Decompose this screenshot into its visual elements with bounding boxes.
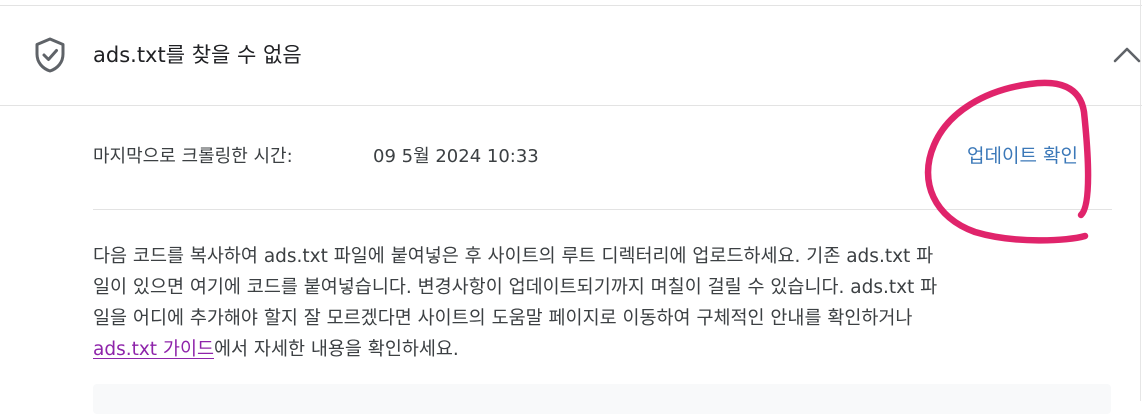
shield-check-icon xyxy=(35,37,65,73)
ads-txt-code-box[interactable] xyxy=(93,384,1111,414)
instructions-line-4: ads.txt 가이드에서 자세한 내용을 확인하세요. xyxy=(93,334,1113,365)
instructions-line-2: 일이 있으면 여기에 코드를 붙여넣습니다. 변경사항이 업데이트되기까지 며칠… xyxy=(93,277,938,298)
last-crawled-label: 마지막으로 크롤링한 시간: xyxy=(93,146,293,167)
last-crawled-value: 09 5월 2024 10:33 xyxy=(373,146,539,167)
ads-txt-status-header[interactable]: ads.txt를 찾을 수 없음 xyxy=(0,6,1142,106)
ads-txt-guide-link[interactable]: ads.txt 가이드 xyxy=(93,339,214,360)
header-divider xyxy=(0,105,1142,106)
instructions-text: 다음 코드를 복사하여 ads.txt 파일에 붙여넣은 후 사이트의 루트 디… xyxy=(93,241,1113,365)
status-title: ads.txt를 찾을 수 없음 xyxy=(93,43,302,67)
content-divider xyxy=(93,209,1112,210)
instructions-line-3: 일을 어디에 추가해야 할지 잘 모르겠다면 사이트의 도움말 페이지로 이동하… xyxy=(93,308,913,329)
instructions-line-1: 다음 코드를 복사하여 ads.txt 파일에 붙여넣은 후 사이트의 루트 디… xyxy=(93,246,934,267)
check-update-link[interactable]: 업데이트 확인 xyxy=(967,141,1078,171)
chevron-up-icon[interactable] xyxy=(1111,45,1142,65)
instructions-line-4-rest: 에서 자세한 내용을 확인하세요. xyxy=(214,339,459,360)
